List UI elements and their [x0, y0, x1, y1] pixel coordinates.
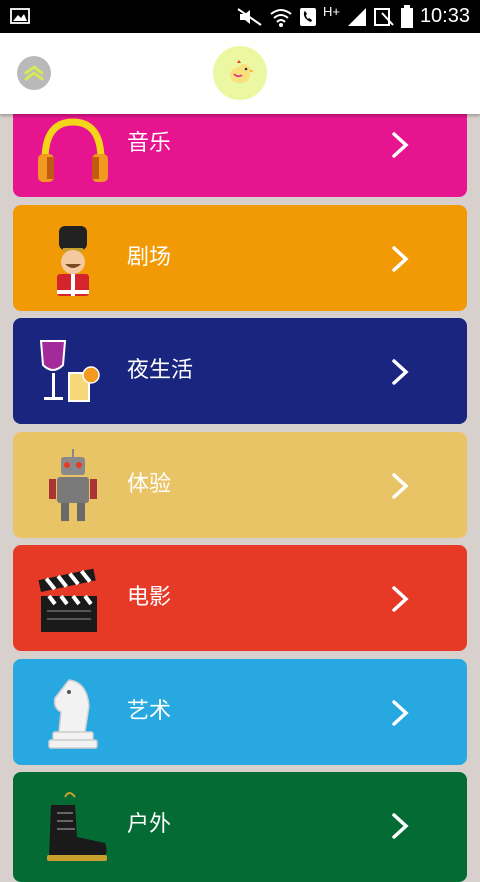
headphones-icon: [38, 118, 108, 182]
category-label: 电影: [127, 585, 172, 610]
category-card-nightlife[interactable]: 夜生活: [13, 318, 467, 424]
clapperboard-icon: [38, 568, 97, 632]
chevron-right-icon: [392, 132, 409, 158]
clock: 10:33: [419, 5, 470, 27]
boot-icon: [47, 792, 107, 861]
status-bar: H+ 10:33: [0, 0, 480, 33]
category-card-outdoor[interactable]: 户外: [13, 772, 467, 882]
category-label: 体验: [127, 472, 172, 497]
double-chevron-up-icon: [24, 65, 44, 81]
robot-icon: [49, 449, 97, 521]
category-label: 艺术: [127, 699, 172, 724]
category-card-movie[interactable]: 电影: [13, 545, 467, 651]
bird-logo-icon: [230, 60, 254, 83]
data-saver-icon: [373, 7, 394, 26]
chevron-right-icon: [392, 473, 409, 499]
logo-button[interactable]: [213, 46, 267, 100]
network-type: H+: [322, 4, 340, 19]
category-card-art[interactable]: 艺术: [13, 659, 467, 765]
drinks-icon: [39, 340, 100, 402]
chevron-right-icon: [392, 246, 409, 272]
app-header: [0, 33, 480, 114]
chevron-right-icon: [392, 813, 409, 839]
toy-soldier-icon: [57, 226, 89, 296]
collapse-button[interactable]: [17, 56, 51, 90]
chevron-right-icon: [392, 359, 409, 385]
chess-knight-icon: [48, 679, 98, 749]
phone-call-icon: [299, 7, 316, 26]
category-card-experience[interactable]: 体验: [13, 432, 467, 538]
category-label: 夜生活: [127, 358, 194, 383]
chevron-right-icon: [392, 700, 409, 726]
category-card-theatre[interactable]: 剧场: [13, 205, 467, 311]
category-label: 户外: [127, 812, 172, 837]
battery-icon: [400, 4, 413, 28]
mute-icon: [237, 7, 262, 26]
chevron-right-icon: [392, 586, 409, 612]
signal-icon: [347, 7, 366, 26]
category-list: 音乐 剧场 夜生活 体验 电影 艺术 户外: [0, 0, 480, 882]
category-label: 剧场: [127, 245, 172, 270]
image-notification-icon: [10, 8, 30, 24]
wifi-icon: [270, 8, 292, 27]
